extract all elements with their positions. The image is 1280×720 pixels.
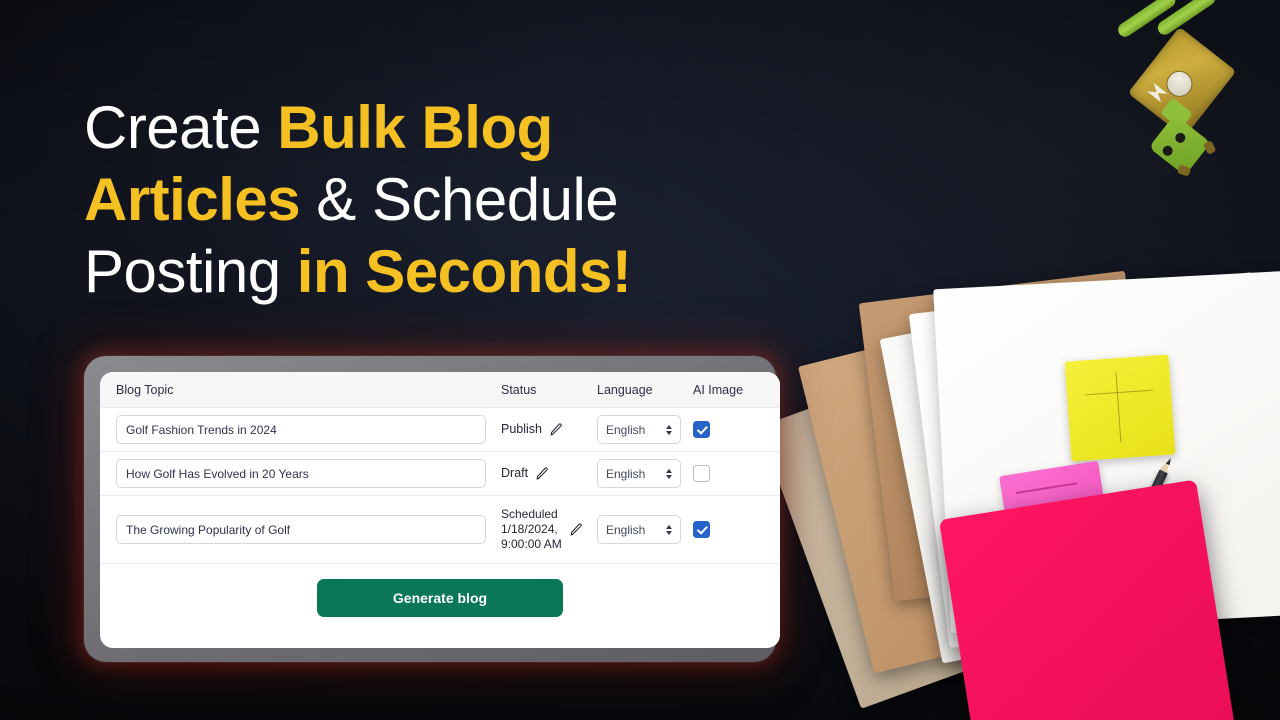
- blog-topic-input[interactable]: [116, 415, 486, 444]
- blog-topic-input[interactable]: [116, 515, 486, 544]
- table-row: Draft English: [100, 452, 780, 496]
- language-value: English: [606, 422, 646, 437]
- language-value: English: [606, 522, 646, 537]
- pencil-icon[interactable]: [549, 422, 564, 437]
- pencil-icon[interactable]: [569, 522, 584, 537]
- cell-ai-image: [693, 421, 710, 438]
- generate-blog-button[interactable]: Generate blog: [317, 579, 563, 617]
- language-value: English: [606, 466, 646, 481]
- toy-robot-icon: [1044, 0, 1280, 216]
- headline-line2-accent: Articles: [84, 166, 301, 233]
- cell-language: English: [597, 515, 693, 544]
- status-label-group: Scheduled 1/18/2024, 9:00:00 AM: [501, 507, 562, 552]
- desk-papers-photo: [758, 230, 1280, 720]
- cell-topic: [116, 515, 501, 544]
- cell-topic: [116, 459, 501, 488]
- blog-table-card: Blog Topic Status Language AI Image Publ…: [100, 372, 780, 648]
- language-select[interactable]: English: [597, 415, 681, 444]
- stepper-arrows-icon: [666, 424, 672, 435]
- cell-ai-image: [693, 465, 710, 482]
- promo-banner: Create Bulk Blog Articles & Schedule Pos…: [0, 0, 1280, 720]
- language-select[interactable]: English: [597, 515, 681, 544]
- headline-line-1: Create Bulk Blog: [84, 92, 784, 164]
- stepper-arrows-icon: [666, 524, 672, 535]
- headline-line1-accent: Bulk Blog: [277, 94, 553, 161]
- table-row: Publish English: [100, 408, 780, 452]
- cell-status: Scheduled 1/18/2024, 9:00:00 AM: [501, 507, 597, 552]
- cta-container: Generate blog: [100, 564, 780, 617]
- language-select[interactable]: English: [597, 459, 681, 488]
- yellow-sticky-note: [1064, 354, 1176, 462]
- status-label: Scheduled: [501, 507, 558, 521]
- device-bezel: Blog Topic Status Language AI Image Publ…: [84, 356, 780, 662]
- cell-language: English: [597, 415, 693, 444]
- headline-line-3: Posting in Seconds!: [84, 236, 784, 308]
- column-header-ai-image: AI Image: [693, 382, 744, 397]
- ai-image-checkbox[interactable]: [693, 521, 710, 538]
- column-header-status: Status: [501, 382, 537, 397]
- table-row: Scheduled 1/18/2024, 9:00:00 AM English: [100, 496, 780, 564]
- cell-status: Publish: [501, 422, 597, 437]
- cell-topic: [116, 415, 501, 444]
- stepper-arrows-icon: [666, 468, 672, 479]
- headline-line-2: Articles & Schedule: [84, 164, 784, 236]
- headline-line2-plain: & Schedule: [300, 166, 619, 233]
- cell-language: English: [597, 459, 693, 488]
- table-header-row: Blog Topic Status Language AI Image: [100, 372, 780, 408]
- ai-image-checkbox[interactable]: [693, 421, 710, 438]
- status-date: 1/18/2024,: [501, 522, 558, 536]
- robot-ear-left: [1202, 140, 1217, 155]
- decorative-photo-collage: [758, 0, 1280, 720]
- column-header-topic: Blog Topic: [116, 382, 174, 397]
- pink-notebook: [938, 479, 1242, 720]
- pencil-icon[interactable]: [535, 466, 550, 481]
- cell-status: Draft: [501, 466, 597, 481]
- headline-line3-plain: Posting: [84, 238, 297, 305]
- headline-line1-plain: Create: [84, 94, 278, 161]
- blog-topic-input[interactable]: [116, 459, 486, 488]
- column-header-language: Language: [597, 382, 653, 397]
- status-label: Publish: [501, 422, 542, 436]
- cell-ai-image: [693, 521, 710, 538]
- status-time: 9:00:00 AM: [501, 537, 562, 551]
- status-label: Draft: [501, 466, 529, 480]
- headline-line3-accent: in Seconds!: [296, 238, 632, 305]
- page-title: Create Bulk Blog Articles & Schedule Pos…: [84, 92, 784, 308]
- ai-image-checkbox[interactable]: [693, 465, 710, 482]
